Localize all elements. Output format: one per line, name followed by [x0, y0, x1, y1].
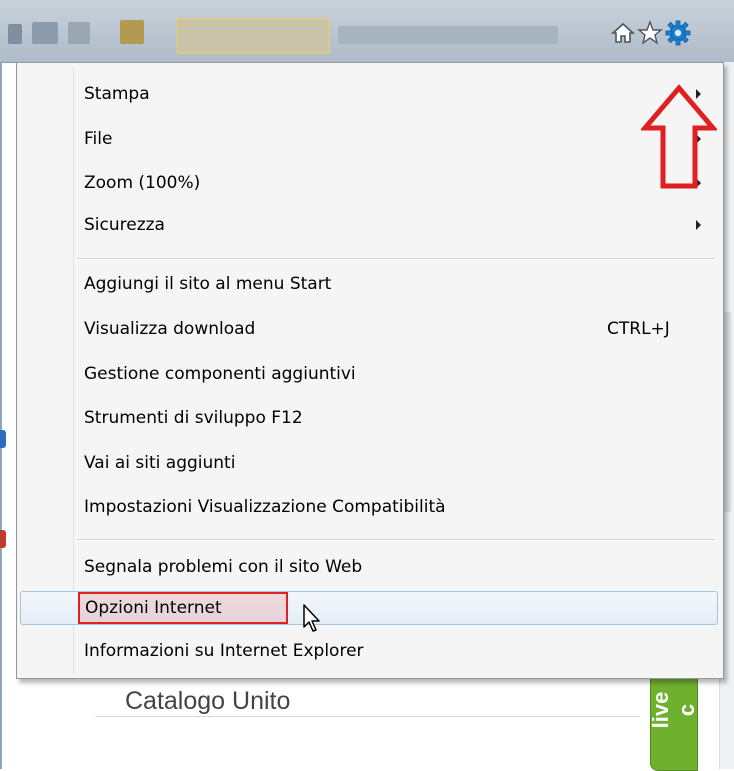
menu-item-internet-options[interactable]: Opzioni Internet	[20, 591, 718, 625]
menu-item-label: Gestione componenti aggiuntivi	[84, 364, 356, 384]
menu-item-zoom[interactable]: Zoom (100%)	[20, 166, 716, 200]
menu-item-label: Aggiungi il sito al menu Start	[84, 274, 332, 294]
menu-item-manage-addons[interactable]: Gestione componenti aggiuntivi	[20, 357, 716, 391]
home-icon[interactable]	[610, 20, 636, 46]
menu-item-label: Opzioni Internet	[85, 598, 222, 618]
page-marker	[0, 430, 6, 448]
menu-item-shortcut: CTRL+J	[607, 319, 670, 339]
toolbar-button[interactable]	[32, 22, 58, 44]
menu-item-report-problems[interactable]: Segnala problemi con il sito Web	[20, 550, 716, 584]
menu-item-about-ie[interactable]: Informazioni su Internet Explorer	[20, 634, 716, 668]
menu-item-label: Strumenti di sviluppo F12	[84, 408, 303, 428]
menu-item-sicurezza[interactable]: Sicurezza	[20, 208, 716, 242]
address-tab[interactable]	[176, 18, 330, 54]
menu-item-stampa[interactable]: Stampa	[20, 77, 716, 111]
toolbar-button[interactable]	[68, 22, 90, 44]
menu-item-view-downloads[interactable]: Visualizza download CTRL+J	[20, 312, 716, 346]
toolbar-button[interactable]	[120, 20, 144, 44]
menu-item-label: Segnala problemi con il sito Web	[84, 557, 363, 577]
menu-item-label: Vai ai siti aggiunti	[84, 453, 236, 473]
mouse-cursor-icon	[303, 604, 320, 632]
menu-separator	[77, 258, 715, 260]
menu-item-label: Sicurezza	[84, 215, 165, 235]
menu-item-label: File	[84, 129, 113, 149]
menu-item-label: Zoom (100%)	[84, 173, 201, 193]
menu-separator	[77, 539, 715, 541]
tools-menu: Stampa File Zoom (100%) Sicurezza Aggiun…	[16, 62, 724, 679]
page-marker	[0, 530, 6, 548]
catalog-title[interactable]: Catalogo Unito	[125, 687, 290, 716]
annotation-arrow-icon	[641, 84, 717, 189]
menu-item-add-site-start[interactable]: Aggiungi il sito al menu Start	[20, 267, 716, 301]
submenu-arrow-icon	[696, 220, 701, 230]
menu-item-pinned-sites[interactable]: Vai ai siti aggiunti	[20, 446, 716, 480]
page-border	[0, 62, 2, 769]
tab-strip	[338, 26, 558, 44]
menu-item-label: Visualizza download	[84, 319, 256, 339]
menu-item-f12-dev-tools[interactable]: Strumenti di sviluppo F12	[20, 401, 716, 435]
gear-icon[interactable]	[665, 20, 691, 46]
menu-item-label: Informazioni su Internet Explorer	[84, 641, 364, 661]
menu-item-file[interactable]: File	[20, 122, 716, 156]
star-icon[interactable]	[637, 20, 663, 46]
menu-item-label: Impostazioni Visualizzazione Compatibili…	[84, 497, 446, 517]
toolbar-button[interactable]	[8, 24, 22, 44]
browser-toolbar	[0, 0, 734, 63]
menu-item-label: Stampa	[84, 84, 150, 104]
menu-item-compat-view[interactable]: Impostazioni Visualizzazione Compatibili…	[20, 490, 716, 524]
live-chat-label: live c	[648, 691, 699, 729]
divider	[95, 716, 640, 717]
